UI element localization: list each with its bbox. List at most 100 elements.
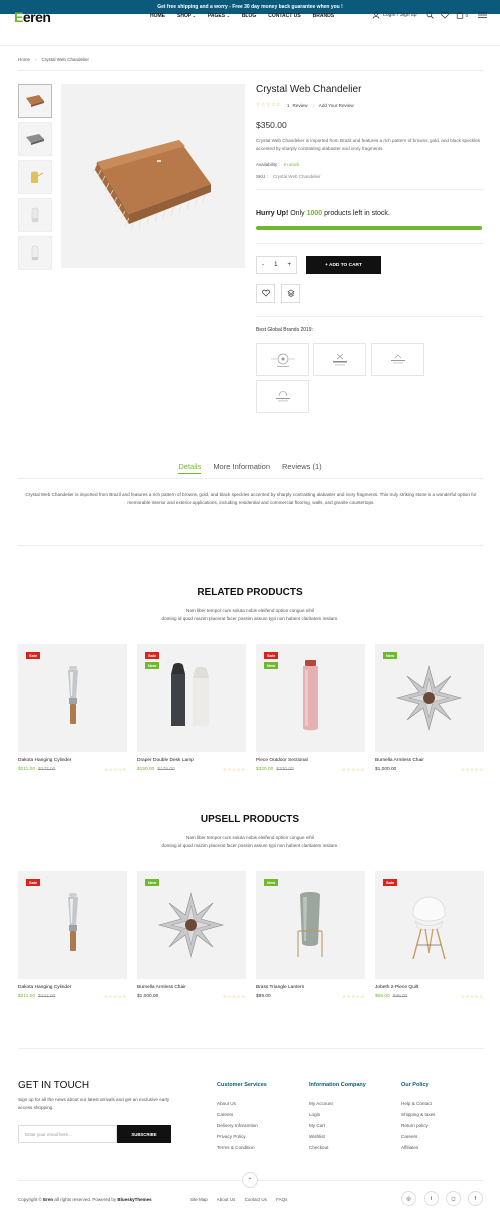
product-card[interactable]: New Burnella Armless Chair $1,000.00 ☆☆☆☆…: [137, 871, 246, 1000]
upsell-subtitle-1: Nam liber tempor cum soluta nobis eleife…: [186, 835, 314, 840]
sku-row: SKU : Crystal Web Chandelier: [256, 174, 320, 179]
thumbnail-1[interactable]: [18, 84, 52, 118]
footer-link[interactable]: Return policy: [401, 1120, 435, 1131]
search-icon[interactable]: [426, 11, 435, 19]
logo[interactable]: Eeren: [14, 10, 51, 24]
cart-icon[interactable]: [456, 11, 464, 19]
footer-bottom-link[interactable]: About Us: [217, 1197, 236, 1202]
footer-link[interactable]: Privacy Policy: [217, 1131, 267, 1142]
footer-bottom-link[interactable]: Site Map: [190, 1197, 208, 1202]
product-image[interactable]: Sale: [18, 644, 127, 752]
product-card[interactable]: New Brass Triangle Lantern $99.00 ☆☆☆☆☆: [256, 871, 365, 1000]
nav-contact[interactable]: CONTACT US: [268, 12, 300, 20]
product-name[interactable]: Burnella Armless Chair: [137, 985, 246, 990]
thumbnail-4[interactable]: [18, 198, 52, 232]
nav-pages[interactable]: PAGES ⌄: [208, 12, 230, 20]
product-card[interactable]: Sale Jobeth 2-Piece Quilt $69.00 $99.00 ☆☆…: [375, 871, 484, 1000]
product-card[interactable]: Sale New Draper Double Desk Lamp $150.00…: [137, 644, 246, 773]
product-name[interactable]: Brass Triangle Lantern: [256, 985, 365, 990]
copyright: Copyright © Eren all rights reserved. Po…: [18, 1197, 152, 1202]
thumbnail-2[interactable]: [18, 122, 52, 156]
footer-link[interactable]: Careers: [401, 1131, 435, 1142]
footer-link[interactable]: Affiliates: [401, 1142, 435, 1153]
user-icon[interactable]: [372, 11, 380, 19]
subscribe-button[interactable]: SUBSCRIBE: [117, 1125, 171, 1143]
product-name[interactable]: Jobeth 2-Piece Quilt: [375, 985, 484, 990]
add-to-cart-button[interactable]: + ADD TO CART: [306, 256, 381, 274]
footer-link[interactable]: Wishlist: [309, 1131, 366, 1142]
rating-row: ☆☆☆☆☆ 1 Review | Add Your Review: [256, 102, 354, 108]
qty-input[interactable]: 1: [274, 262, 277, 268]
nav-pages-label: PAGES: [207, 13, 226, 19]
add-review-link[interactable]: Add Your Review: [319, 103, 354, 108]
product-card[interactable]: New Burnella Armless Chair $1,000.00 ☆☆☆☆…: [375, 644, 484, 773]
brand-logo-3[interactable]: [371, 343, 424, 376]
footer-link[interactable]: Delivery Inforamtion: [217, 1120, 267, 1131]
thumbnail-5[interactable]: [18, 236, 52, 270]
compare-button[interactable]: [281, 284, 300, 303]
footer-bottom-link[interactable]: Contact Us: [245, 1197, 267, 1202]
footer-link[interactable]: Help & Contact: [401, 1098, 435, 1109]
product-price: $1,000.00: [375, 767, 397, 772]
product-old-price: $99.00: [392, 994, 408, 999]
nav-home[interactable]: HOME: [150, 12, 165, 20]
email-field[interactable]: Enter your email here...: [18, 1125, 117, 1143]
wishlist-button[interactable]: [256, 284, 275, 303]
tab-details[interactable]: Details: [178, 462, 202, 474]
footer-bottom-link[interactable]: FAQs: [276, 1197, 287, 1202]
footer-link[interactable]: Checkout: [309, 1142, 366, 1153]
footer-link[interactable]: Login: [309, 1109, 366, 1120]
brand-logo-4[interactable]: [256, 380, 309, 413]
product-image[interactable]: Sale: [375, 871, 484, 979]
qty-minus-button[interactable]: -: [262, 262, 264, 268]
facebook-icon[interactable]: f: [468, 1191, 483, 1206]
tab-reviews[interactable]: Reviews (1): [282, 462, 322, 474]
nav-brands[interactable]: BRANDS: [313, 12, 334, 20]
product-card[interactable]: Sale New Piece Outdoor Sectional $320.00…: [256, 644, 365, 773]
footer-link[interactable]: Careers: [217, 1109, 267, 1120]
dribbble-icon[interactable]: ◎: [401, 1191, 416, 1206]
product-main-image[interactable]: [61, 84, 245, 268]
menu-icon[interactable]: [478, 11, 487, 19]
nav-shop[interactable]: SHOP ⌄: [177, 12, 196, 20]
product-name[interactable]: Dakota Hanging Cylinder: [18, 758, 127, 763]
copyright-powered-by[interactable]: BlueskyThemes: [117, 1197, 151, 1202]
login-link[interactable]: Login / Sign up: [383, 12, 416, 18]
qty-plus-button[interactable]: +: [287, 262, 291, 268]
product-image[interactable]: Sale New: [256, 644, 365, 752]
instagram-icon[interactable]: ◻: [446, 1191, 461, 1206]
thumbnail-3[interactable]: [18, 160, 52, 194]
twitter-icon[interactable]: t: [424, 1191, 439, 1206]
scroll-to-top-button[interactable]: ⌃: [242, 1172, 258, 1188]
product-name[interactable]: Burnella Armless Chair: [375, 758, 484, 763]
product-image[interactable]: New: [137, 871, 246, 979]
footer-link[interactable]: My Cart: [309, 1120, 366, 1131]
product-card[interactable]: Sale Dakota Hanging Cylinder $211.00 $222…: [18, 644, 127, 773]
related-title: RELATED PRODUCTS: [197, 587, 303, 598]
nav-blog[interactable]: BLOG: [242, 12, 256, 20]
product-image[interactable]: New: [375, 644, 484, 752]
footer-link[interactable]: Terms & Condition: [217, 1142, 267, 1153]
brand-logo-1[interactable]: [256, 343, 309, 376]
quantity-stepper[interactable]: - 1 +: [256, 256, 297, 274]
footer-link[interactable]: About Us: [217, 1098, 267, 1109]
product-rating: ☆☆☆☆☆: [103, 767, 127, 772]
product-name[interactable]: Dakota Hanging Cylinder: [18, 985, 127, 990]
product-image[interactable]: Sale: [18, 871, 127, 979]
product-card[interactable]: Sale Dakota Hanging Cylinder $211.00 $222…: [18, 871, 127, 1000]
copyright-brand[interactable]: Eren: [43, 1197, 53, 1202]
footer-link[interactable]: My Account: [309, 1098, 366, 1109]
product-image[interactable]: Sale New: [137, 644, 246, 752]
product-name[interactable]: Piece Outdoor Sectional: [256, 758, 365, 763]
cart-count: 0: [465, 12, 468, 18]
product-image[interactable]: New: [256, 871, 365, 979]
heart-icon[interactable]: [441, 11, 450, 19]
related-subtitle-2: doming id quod mazim placerat facer poss…: [161, 616, 339, 621]
review-label[interactable]: Review: [292, 103, 307, 108]
footer-link[interactable]: Shipping & taxes: [401, 1109, 435, 1120]
product-name[interactable]: Draper Double Desk Lamp: [137, 758, 246, 763]
brand-logo-2[interactable]: [313, 343, 366, 376]
breadcrumb-home[interactable]: Home: [18, 57, 30, 62]
product-tabs: Details More Information Reviews (1): [0, 462, 500, 474]
tab-more-information[interactable]: More Information: [213, 462, 270, 474]
